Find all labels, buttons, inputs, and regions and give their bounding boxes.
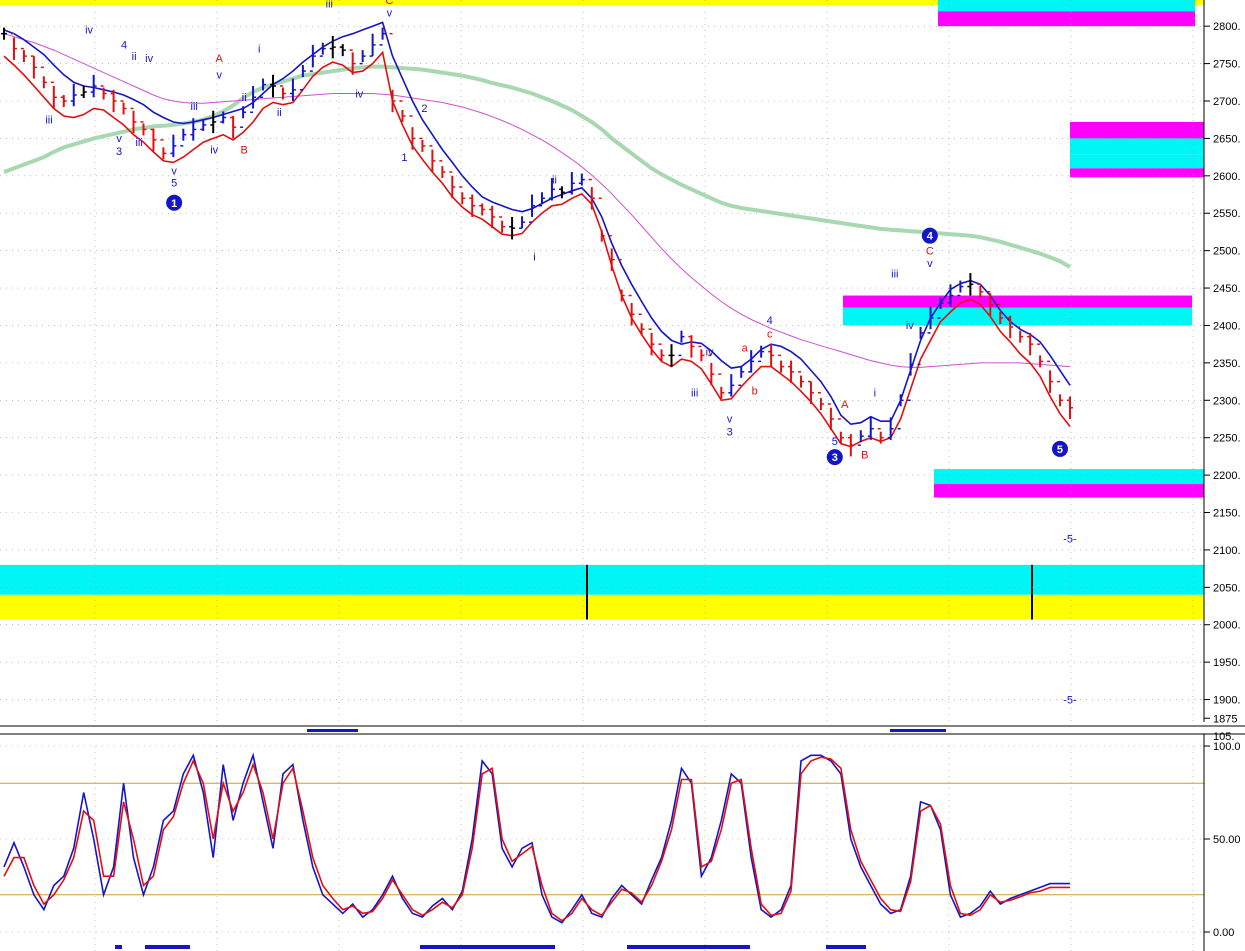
wave-label: A	[841, 399, 849, 411]
price-zone	[938, 0, 1195, 12]
wave-label: v	[171, 165, 177, 177]
wave-marker-label: 1	[171, 198, 177, 210]
price-axis-tick-label: 2450.	[1213, 283, 1241, 295]
oscillator-axis-tick-label: 0.00	[1213, 927, 1234, 939]
wave-label: 4	[767, 315, 773, 327]
wave-label: iv	[145, 53, 153, 65]
price-zone	[934, 484, 1204, 498]
wave-label: C	[926, 245, 934, 257]
oscillator-corner-label: 105.	[1213, 731, 1234, 743]
price-axis-tick-label: 1875	[1213, 713, 1237, 725]
wave-marker-label: 3	[832, 452, 838, 464]
signal-bar-bottom	[115, 945, 122, 949]
wave-label: v	[927, 258, 933, 270]
price-axis-tick-label: 2800.	[1213, 21, 1241, 33]
wave-label: b	[752, 385, 758, 397]
wave-label: iii	[191, 101, 198, 113]
price-zone	[934, 469, 1204, 485]
price-zone	[0, 564, 1204, 595]
wave-label: -5-	[1063, 533, 1077, 545]
wave-label: i	[874, 388, 876, 400]
wave-label: iii	[45, 114, 52, 126]
wave-label: v	[216, 70, 222, 82]
wave-marker-label: 4	[927, 231, 934, 243]
wave-label: iii	[135, 137, 142, 149]
price-axis-tick-label: 2350.	[1213, 358, 1241, 370]
wave-label: 5	[832, 436, 838, 448]
wave-label: iii	[891, 269, 898, 281]
wave-label: B	[861, 450, 868, 462]
wave-label: c	[767, 328, 773, 340]
wave-label: iv	[706, 346, 714, 358]
wave-label: ii	[242, 92, 247, 104]
price-axis-tick-label: 2250.	[1213, 433, 1241, 445]
wave-label: 5	[171, 177, 177, 189]
price-axis-tick-label: 1900.	[1213, 695, 1241, 707]
wave-label: B	[241, 144, 248, 156]
wave-label: iv	[906, 320, 914, 332]
price-axis-tick-label: 2750.	[1213, 59, 1241, 71]
wave-label: a	[742, 343, 749, 355]
wave-label: i	[258, 43, 260, 55]
signal-bar-bottom	[826, 945, 866, 949]
wave-label: iv	[85, 25, 93, 37]
wave-label: i	[533, 251, 535, 263]
wave-label: 3	[116, 146, 122, 158]
wave-label: iii	[326, 0, 333, 10]
signal-bar-bottom	[145, 945, 190, 949]
chart-canvas: v3iiiiv4ii iviiiv5iiiivAvBiiiiiiiiivCv12i…	[0, 0, 1245, 951]
price-axis-tick-label: 2700.	[1213, 96, 1241, 108]
signal-bar-top	[307, 729, 358, 732]
wave-label: ii	[132, 51, 137, 63]
price-zone	[843, 316, 1192, 326]
price-axis-tick-label: 2550.	[1213, 208, 1241, 220]
wave-label: iv	[210, 144, 218, 156]
wave-label: iv	[355, 88, 363, 100]
price-zone	[843, 307, 1192, 317]
price-zone	[1070, 138, 1204, 155]
price-zone	[0, 594, 1204, 620]
wave-label: ii	[552, 174, 557, 186]
price-axis-tick-label: 2000.	[1213, 620, 1241, 632]
signal-bar-bottom	[627, 945, 750, 949]
wave-label: v	[116, 133, 122, 145]
price-axis-tick-label: 2050.	[1213, 582, 1241, 594]
price-axis-tick-label: 1950.	[1213, 657, 1241, 669]
price-axis-tick-label: 2150.	[1213, 508, 1241, 520]
price-zone	[1070, 168, 1204, 178]
price-axis-tick-label: 2100.	[1213, 545, 1241, 557]
price-zone	[843, 295, 1192, 308]
wave-label: A	[216, 53, 224, 65]
price-axis-tick-label: 2600.	[1213, 171, 1241, 183]
price-zone	[1070, 121, 1204, 139]
price-axis-tick-label: 2650.	[1213, 133, 1241, 145]
price-axis-tick-label: 2300.	[1213, 395, 1241, 407]
wave-label: 4	[121, 40, 127, 52]
wave-label: ii	[277, 107, 282, 119]
wave-label: 1	[401, 152, 407, 164]
wave-label: v	[727, 414, 733, 426]
signal-bar-bottom	[420, 945, 555, 949]
wave-label: v	[387, 7, 393, 19]
wave-label: iii	[691, 388, 698, 400]
wave-label: 2	[421, 103, 427, 115]
wave-marker-label: 5	[1057, 444, 1063, 456]
price-axis-tick-label: 2200.	[1213, 470, 1241, 482]
price-zone	[1070, 154, 1204, 169]
wave-label: C	[385, 0, 393, 7]
price-zone	[938, 11, 1195, 27]
oscillator-axis-tick-label: 50.00	[1213, 834, 1241, 846]
wave-label: -5-	[1063, 694, 1077, 706]
price-axis-tick-label: 2400.	[1213, 320, 1241, 332]
wave-label: 3	[727, 426, 733, 438]
signal-bar-top	[890, 729, 946, 732]
price-axis-tick-label: 2500.	[1213, 246, 1241, 258]
